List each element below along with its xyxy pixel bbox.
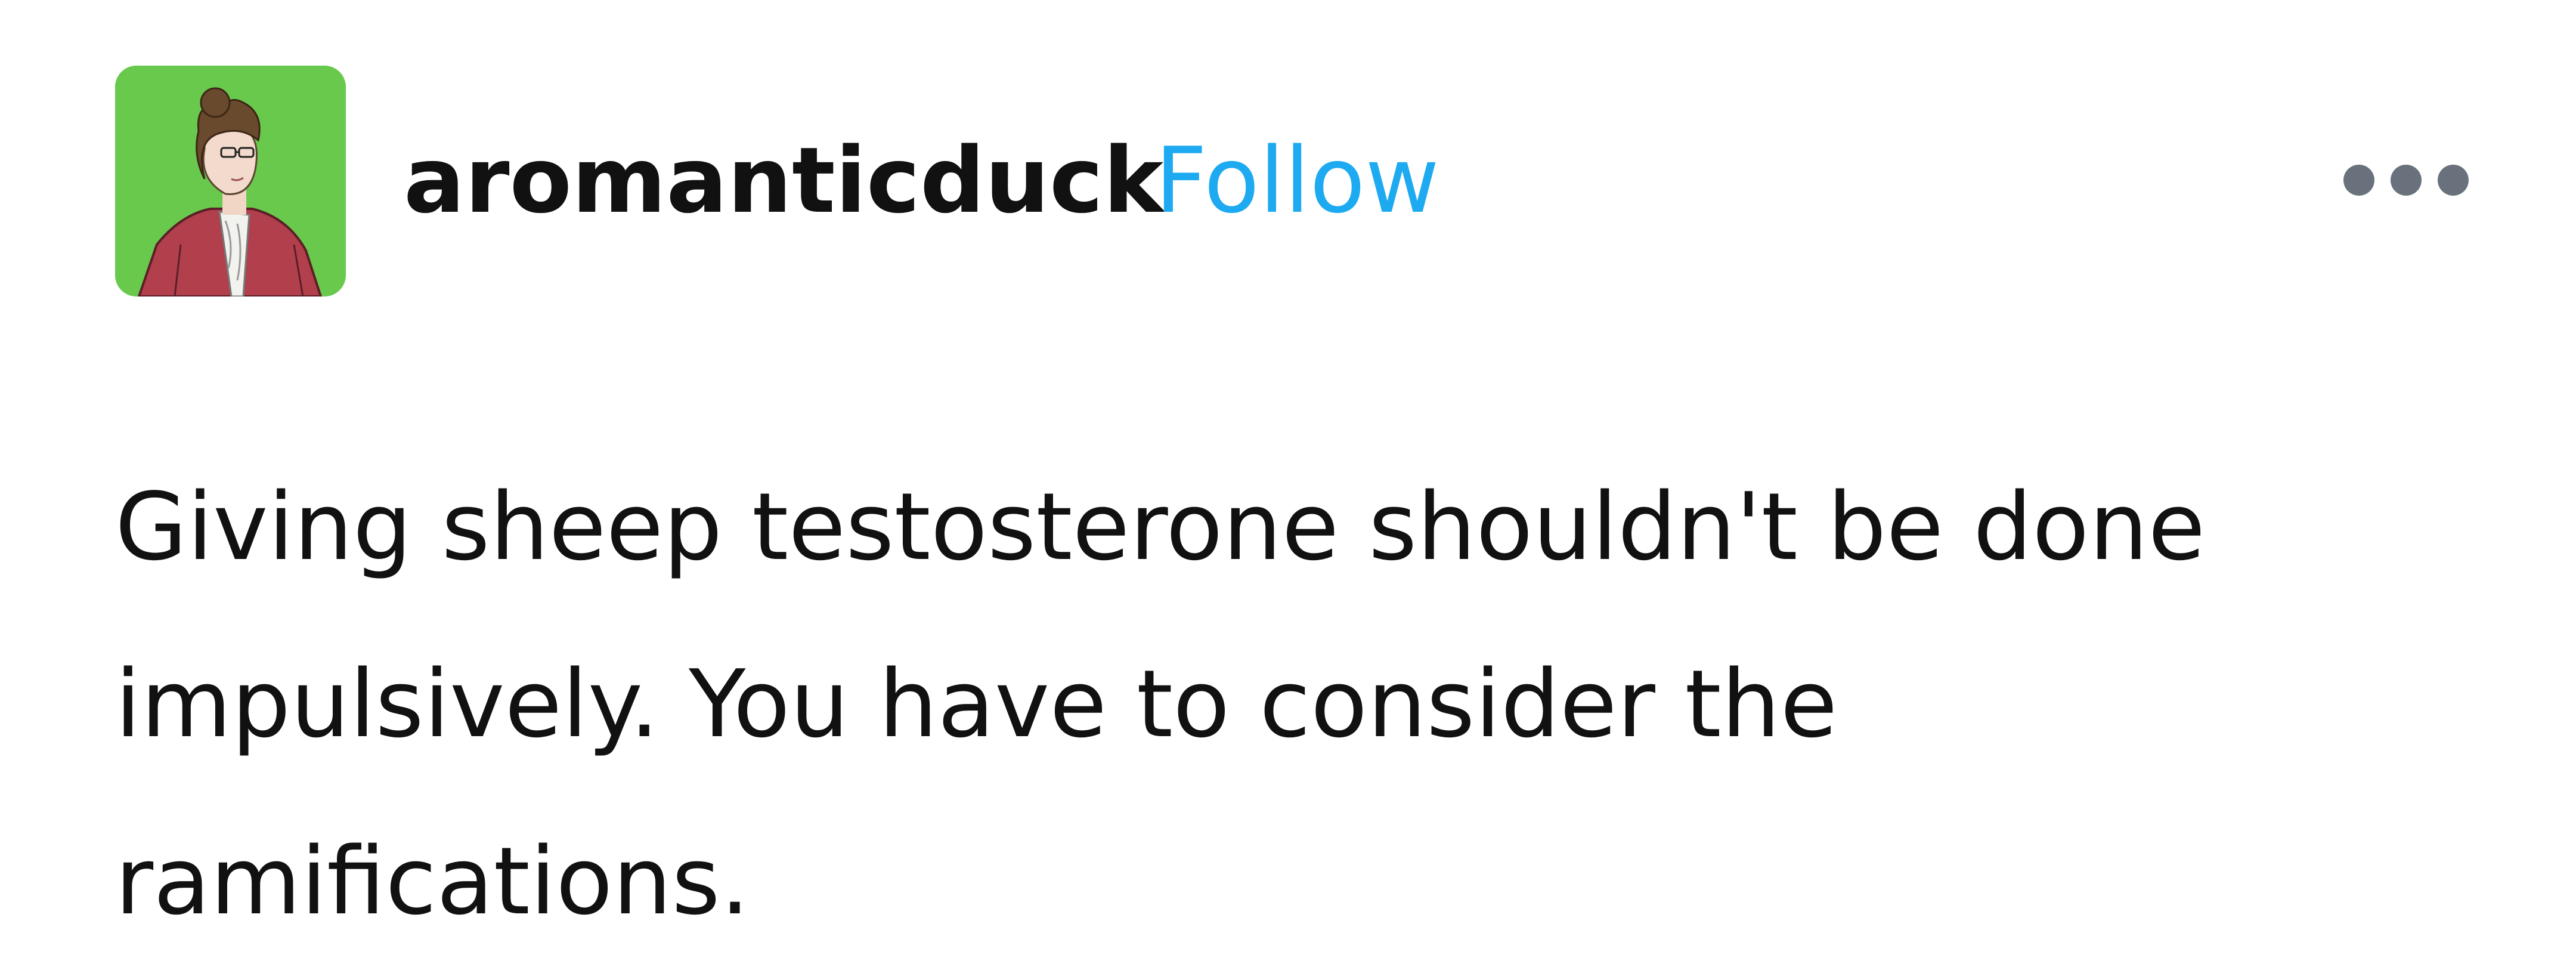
- post-card: aromanticduck Follow Giving sheep testos…: [0, 0, 2576, 952]
- more-dot: [2438, 165, 2469, 196]
- illustrated-woman-avatar-icon: [115, 66, 346, 296]
- avatar[interactable]: [115, 66, 346, 296]
- post-header: aromanticduck Follow: [115, 66, 2476, 296]
- more-dot: [2343, 165, 2374, 196]
- follow-button[interactable]: Follow: [1155, 124, 1439, 237]
- username[interactable]: aromanticduck: [404, 124, 1163, 237]
- post-text: Giving sheep testosterone shouldn't be d…: [115, 472, 2206, 935]
- more-dot: [2391, 165, 2422, 196]
- more-options-icon[interactable]: [2343, 153, 2469, 207]
